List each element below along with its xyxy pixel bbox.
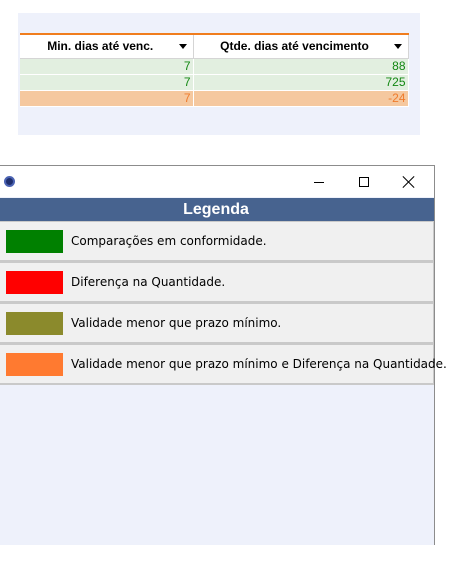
app-icon: [4, 176, 15, 187]
close-button[interactable]: [386, 166, 432, 197]
color-swatch: [6, 312, 63, 335]
legend-list: Comparações em conformidade. Diferença n…: [0, 221, 447, 385]
close-icon: [403, 176, 415, 188]
legend-item-text: Comparações em conformidade.: [71, 234, 267, 248]
legend-item: Validade menor que prazo mínimo.: [0, 303, 434, 344]
results-grid: Min. dias até venc. Qtde. dias até venci…: [20, 33, 409, 107]
table-row[interactable]: 7 -24: [20, 90, 409, 107]
column-header-min-dias[interactable]: Min. dias até venc.: [20, 33, 194, 59]
legend-item-text: Validade menor que prazo mínimo.: [71, 316, 282, 330]
legend-item-text: Diferença na Quantidade.: [71, 275, 226, 289]
cell-qtde-dias[interactable]: 88: [193, 58, 409, 75]
legend-item: Validade menor que prazo mínimo e Difere…: [0, 344, 447, 385]
results-grid-panel: Min. dias até venc. Qtde. dias até venci…: [18, 13, 420, 135]
color-swatch: [6, 230, 63, 253]
legend-window: Legenda Comparações em conformidade. Dif…: [0, 165, 447, 545]
cell-qtde-dias[interactable]: 725: [193, 74, 409, 91]
color-swatch: [6, 271, 63, 294]
legend-item-text: Validade menor que prazo mínimo e Difere…: [71, 357, 447, 371]
grid-header-row: Min. dias até venc. Qtde. dias até venci…: [20, 33, 409, 59]
cell-min-dias[interactable]: 7: [20, 58, 194, 75]
legend-item: Diferença na Quantidade.: [0, 262, 434, 303]
dropdown-arrow-icon[interactable]: [393, 44, 402, 49]
cell-min-dias[interactable]: 7: [20, 90, 194, 107]
column-header-label: Min. dias até venc.: [47, 39, 154, 54]
maximize-button[interactable]: [341, 166, 387, 197]
color-swatch: [6, 353, 63, 376]
minimize-button[interactable]: [296, 166, 342, 197]
legend-item: Comparações em conformidade.: [0, 221, 434, 262]
minimize-icon: [314, 182, 324, 183]
table-row[interactable]: 7 88: [20, 58, 409, 75]
dropdown-arrow-icon[interactable]: [178, 44, 187, 49]
cell-min-dias[interactable]: 7: [20, 74, 194, 91]
column-header-qtde-dias[interactable]: Qtde. dias até vencimento: [193, 33, 409, 59]
legend-title: Legenda: [0, 198, 434, 221]
column-header-label: Qtde. dias até vencimento: [220, 39, 369, 54]
maximize-icon: [359, 176, 369, 187]
window-titlebar[interactable]: [0, 166, 434, 197]
cell-qtde-dias[interactable]: -24: [193, 90, 409, 107]
table-row[interactable]: 7 725: [20, 74, 409, 91]
